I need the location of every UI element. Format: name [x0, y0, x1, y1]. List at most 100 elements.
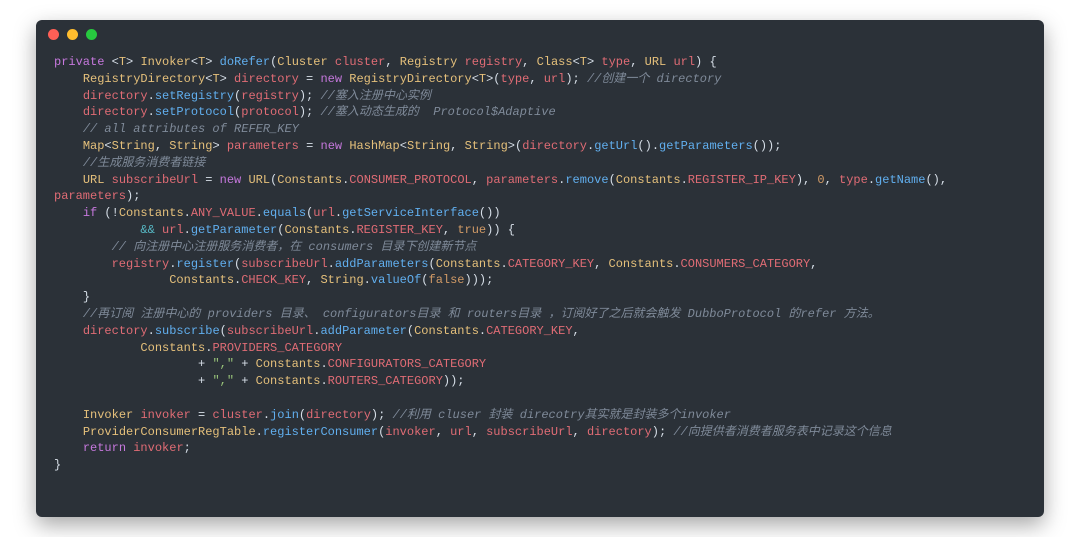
- token-pln: (: [220, 324, 227, 338]
- token-id: subscribeUrl: [486, 425, 572, 439]
- token-pln: );: [371, 408, 393, 422]
- close-icon[interactable]: [48, 29, 59, 40]
- token-id: cluster: [212, 408, 262, 422]
- token-pln: ,: [450, 139, 464, 153]
- token-pln: ()): [479, 206, 501, 220]
- token-type: Constants: [169, 273, 234, 287]
- token-fn: getParameters: [659, 139, 753, 153]
- token-type: HashMap: [349, 139, 399, 153]
- token-pln: ,: [155, 139, 169, 153]
- token-str: ",": [212, 374, 234, 388]
- token-cmt: //向提供者消费者服务表中记录这个信息: [673, 425, 891, 439]
- token-pln: +: [198, 374, 212, 388]
- token-pln: ,: [522, 55, 536, 69]
- token-id: directory: [522, 139, 587, 153]
- token-fn: registerConsumer: [263, 425, 378, 439]
- maximize-icon[interactable]: [86, 29, 97, 40]
- code-line: RegistryDirectory<T> directory = new Reg…: [54, 71, 1026, 88]
- token-pln: (!: [97, 206, 119, 220]
- token-type: Constants: [609, 257, 674, 271]
- token-pln: ),: [796, 173, 818, 187]
- token-fn: getName: [875, 173, 925, 187]
- token-id: directory: [83, 89, 148, 103]
- code-line: + "," + Constants.CONFIGURATORS_CATEGORY: [54, 356, 1026, 373]
- code-line: directory.setProtocol(protocol); //塞入动态生…: [54, 104, 1026, 121]
- code-line: }: [54, 289, 1026, 306]
- token-type: RegistryDirectory: [349, 72, 471, 86]
- token-fn: setRegistry: [155, 89, 234, 103]
- token-id: PROVIDERS_CATEGORY: [212, 341, 342, 355]
- token-pln: +: [198, 357, 212, 371]
- token-id: cluster: [335, 55, 385, 69]
- token-pln: [155, 223, 162, 237]
- token-fn: getServiceInterface: [342, 206, 479, 220]
- token-pln: ,: [594, 257, 608, 271]
- token-cmt: //生成服务消费者链接: [83, 156, 205, 170]
- token-pln: (: [407, 324, 414, 338]
- code-line: // 向注册中心注册服务消费者，在 consumers 目录下创建新节点: [54, 239, 1026, 256]
- token-pln: >: [220, 72, 234, 86]
- token-pln: +: [234, 374, 256, 388]
- code-line: parameters);: [54, 188, 1026, 205]
- token-pln: ,: [825, 173, 839, 187]
- token-pln: ,: [385, 55, 399, 69]
- token-id: url: [313, 206, 335, 220]
- token-pln: ,: [529, 72, 543, 86]
- token-pln: .: [868, 173, 875, 187]
- token-id: parameters: [54, 189, 126, 203]
- code-line: if (!Constants.ANY_VALUE.equals(url.getS…: [54, 205, 1026, 222]
- token-type: Constants: [256, 357, 321, 371]
- token-type: String: [320, 273, 363, 287]
- token-id: registry: [241, 89, 299, 103]
- token-pln: ().: [637, 139, 659, 153]
- token-pln: <: [472, 72, 479, 86]
- code-line: URL subscribeUrl = new URL(Constants.CON…: [54, 172, 1026, 189]
- token-type: T: [119, 55, 126, 69]
- token-pln: );: [652, 425, 674, 439]
- token-type: String: [169, 139, 212, 153]
- token-type: String: [465, 139, 508, 153]
- token-pln: ,: [472, 425, 486, 439]
- token-pln: >: [205, 55, 219, 69]
- token-pln: ,: [443, 223, 457, 237]
- token-pln: .: [681, 173, 688, 187]
- token-pln: .: [335, 206, 342, 220]
- token-fn: addParameter: [320, 324, 406, 338]
- token-id: url: [162, 223, 184, 237]
- token-pln: =: [299, 72, 321, 86]
- token-pln: ());: [753, 139, 782, 153]
- token-pln: (),: [925, 173, 954, 187]
- token-pln: <: [573, 55, 580, 69]
- token-type: URL: [645, 55, 667, 69]
- code-line: //再订阅 注册中心的 providers 目录、 configurators目…: [54, 306, 1026, 323]
- token-type: T: [580, 55, 587, 69]
- token-pln: >: [212, 139, 226, 153]
- token-type: URL: [248, 173, 270, 187]
- token-pln: [328, 55, 335, 69]
- token-pln: .: [501, 257, 508, 271]
- token-pln: );: [299, 105, 321, 119]
- token-id: CONSUMER_PROTOCOL: [349, 173, 471, 187]
- token-type: Constants: [140, 341, 205, 355]
- token-id: type: [601, 55, 630, 69]
- traffic-lights: [48, 29, 97, 40]
- token-id: url: [673, 55, 695, 69]
- token-id: directory: [83, 105, 148, 119]
- token-pln: <: [104, 139, 111, 153]
- code-line: //生成服务消费者链接: [54, 155, 1026, 172]
- token-id: subscribeUrl: [112, 173, 198, 187]
- token-type: Constants: [414, 324, 479, 338]
- token-type: Constants: [256, 374, 321, 388]
- token-type: Constants: [616, 173, 681, 187]
- token-type: Registry: [400, 55, 458, 69]
- code-line: // all attributes of REFER_KEY: [54, 121, 1026, 138]
- code-editor[interactable]: private <T> Invoker<T> doRefer(Cluster c…: [36, 48, 1044, 517]
- code-line: Constants.PROVIDERS_CATEGORY: [54, 340, 1026, 357]
- token-type: RegistryDirectory: [83, 72, 205, 86]
- token-type: URL: [83, 173, 105, 187]
- code-line: directory.setRegistry(registry); //塞入注册中…: [54, 88, 1026, 105]
- token-type: Invoker: [140, 55, 190, 69]
- code-line: }: [54, 457, 1026, 474]
- minimize-icon[interactable]: [67, 29, 78, 40]
- window-titlebar: [36, 20, 1044, 48]
